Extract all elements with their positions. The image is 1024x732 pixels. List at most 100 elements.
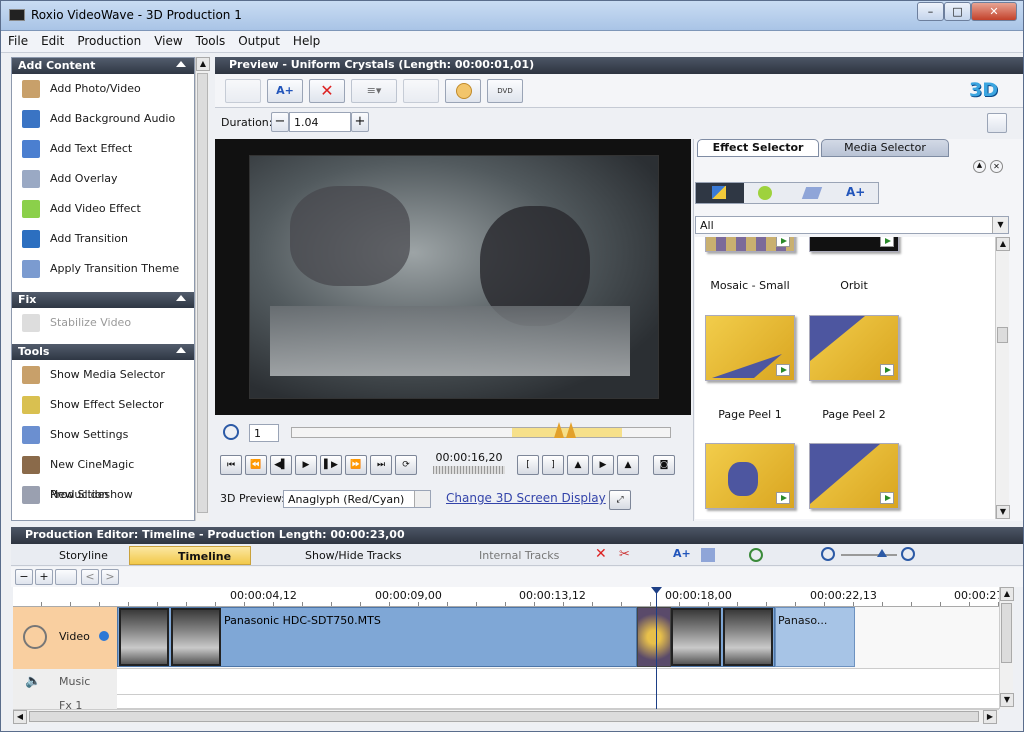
effect-thumb-page-peel-2[interactable] [809, 315, 899, 381]
scroll-thumb[interactable] [29, 711, 979, 722]
text-add-button[interactable]: A+ [267, 79, 303, 103]
fx-track[interactable] [13, 695, 999, 709]
duration-input[interactable]: 1.04 [289, 112, 351, 132]
show-effect-selector[interactable]: Show Effect Selector [12, 390, 194, 420]
add-background-audio[interactable]: Add Background Audio [12, 104, 194, 134]
add-video-effect[interactable]: Add Video Effect [12, 194, 194, 224]
jog-wheel[interactable] [433, 466, 505, 474]
show-settings[interactable]: Show Settings [12, 420, 194, 450]
edit-button[interactable] [403, 79, 439, 103]
duration-increase-button[interactable]: + [351, 112, 369, 132]
mark-in-button[interactable]: [ [517, 455, 539, 475]
effect-filter-select[interactable]: All ▼ [695, 216, 1009, 234]
zoom-out-icon[interactable] [821, 547, 835, 561]
go-start-button[interactable]: ⏮ [220, 455, 242, 475]
split-mid-button[interactable]: ▶ [592, 455, 614, 475]
menu-help[interactable]: Help [286, 31, 326, 48]
rewind-button[interactable]: ⏪ [245, 455, 267, 475]
timeline-vscrollbar[interactable]: ▲ ▼ [999, 587, 1014, 709]
tools-header[interactable]: Tools [12, 344, 194, 360]
collapse-icon[interactable]: ▲ [973, 160, 986, 173]
mark-out-button[interactable]: ] [542, 455, 564, 475]
timeline-hscrollbar[interactable]: ◀ ▶ [13, 709, 999, 724]
apply-transition-theme[interactable]: Apply Transition Theme [12, 254, 194, 284]
disc-button[interactable] [445, 79, 481, 103]
scroll-up-icon[interactable]: ▲ [996, 237, 1010, 251]
properties-button[interactable] [987, 113, 1007, 133]
close-button[interactable]: ✕ [971, 2, 1017, 21]
close-icon[interactable]: ✕ [990, 160, 1003, 173]
effect-thumb[interactable] [705, 443, 795, 509]
add-text-effect[interactable]: Add Text Effect [12, 134, 194, 164]
scroll-up-icon[interactable]: ▲ [1000, 587, 1014, 601]
scissors-icon[interactable]: ✂ [619, 547, 630, 562]
storyboard-button[interactable] [225, 79, 261, 103]
scroll-thumb[interactable] [997, 327, 1008, 343]
scroll-down-icon[interactable]: ▼ [1000, 693, 1014, 707]
effect-thumb-orbit[interactable] [809, 237, 899, 252]
add-track-button[interactable]: + [35, 569, 53, 585]
fullscreen-button[interactable]: ⤢ [609, 490, 631, 510]
internal-tracks-button[interactable]: Internal Tracks [429, 546, 569, 565]
scroll-left-icon[interactable]: ◀ [13, 710, 27, 724]
scroll-down-icon[interactable]: ▼ [996, 505, 1010, 519]
new-slideshow[interactable]: New Slideshow [12, 480, 194, 510]
3d-preview-select[interactable]: Anaglyph (Red/Cyan) [283, 490, 431, 508]
menu-tools[interactable]: Tools [189, 31, 232, 48]
align-button[interactable]: ≡▾ [351, 79, 397, 103]
effect-thumb[interactable] [809, 443, 899, 509]
tab-timeline[interactable]: Timeline [129, 546, 251, 565]
split-right-button[interactable]: ▲ [617, 455, 639, 475]
effect-thumb-mosaic[interactable] [705, 237, 795, 252]
dvd-button[interactable]: DVD [487, 79, 523, 103]
snapshot-button[interactable]: ◙ [653, 455, 675, 475]
zoom-in-icon[interactable] [901, 547, 915, 561]
music-track[interactable] [13, 669, 999, 695]
marker-icon[interactable] [749, 548, 763, 562]
track-settings-button[interactable] [55, 569, 77, 585]
effect-thumb-page-peel-1[interactable] [705, 315, 795, 381]
overlay-icon[interactable] [801, 187, 823, 199]
maximize-button[interactable]: □ [944, 2, 971, 21]
change-3d-display-link[interactable]: Change 3D Screen Display [446, 491, 606, 505]
step-forward-button[interactable]: ▌▶ [320, 455, 342, 475]
stabilize-video[interactable]: Stabilize Video [12, 308, 194, 338]
add-photo-video[interactable]: Add Photo/Video [12, 74, 194, 104]
remove-track-button[interactable]: − [15, 569, 33, 585]
menu-view[interactable]: View [147, 31, 188, 48]
add-content-header[interactable]: Add Content [12, 58, 194, 74]
add-transition[interactable]: Add Transition [12, 224, 194, 254]
tab-media-selector[interactable]: Media Selector [821, 139, 949, 157]
minimize-button[interactable]: – [917, 2, 944, 21]
add-overlay[interactable]: Add Overlay [12, 164, 194, 194]
tab-storyline[interactable]: Storyline [17, 546, 127, 565]
new-cinemagic-production[interactable]: New CineMagic Production [12, 450, 194, 501]
scroll-right-icon[interactable]: ▶ [983, 710, 997, 724]
delete-button[interactable]: ✕ [309, 79, 345, 103]
scrub-track[interactable] [291, 422, 671, 438]
scroll-thumb[interactable] [1001, 603, 1012, 663]
delete-icon[interactable]: ✕ [595, 546, 607, 562]
tab-effect-selector[interactable]: Effect Selector [697, 139, 819, 157]
zoom-slider[interactable] [841, 554, 897, 556]
transition-category[interactable] [696, 183, 744, 203]
play-button[interactable]: ▶ [295, 455, 317, 475]
menu-file[interactable]: File [1, 31, 34, 48]
effect-gallery-scrollbar[interactable]: ▲ ▼ [995, 237, 1010, 519]
scroll-thumb[interactable] [197, 73, 208, 513]
video-clip[interactable]: Panaso... [775, 607, 855, 667]
duration-decrease-button[interactable]: − [271, 112, 289, 132]
prev-button[interactable]: < [81, 569, 99, 585]
go-end-button[interactable]: ⏭ [370, 455, 392, 475]
zoom-icon[interactable] [223, 424, 239, 440]
menu-output[interactable]: Output [231, 31, 286, 48]
text-icon[interactable]: A+ [673, 547, 691, 560]
show-hide-tracks-button[interactable]: Show/Hide Tracks [257, 546, 417, 565]
playhead[interactable] [656, 587, 657, 709]
overlay-icon[interactable] [701, 548, 715, 562]
loop-button[interactable]: ⟳ [395, 455, 417, 475]
track-indicator-icon[interactable] [99, 631, 109, 641]
menu-production[interactable]: Production [70, 31, 147, 48]
step-back-button[interactable]: ◀▌ [270, 455, 292, 475]
show-media-selector[interactable]: Show Media Selector [12, 360, 194, 390]
